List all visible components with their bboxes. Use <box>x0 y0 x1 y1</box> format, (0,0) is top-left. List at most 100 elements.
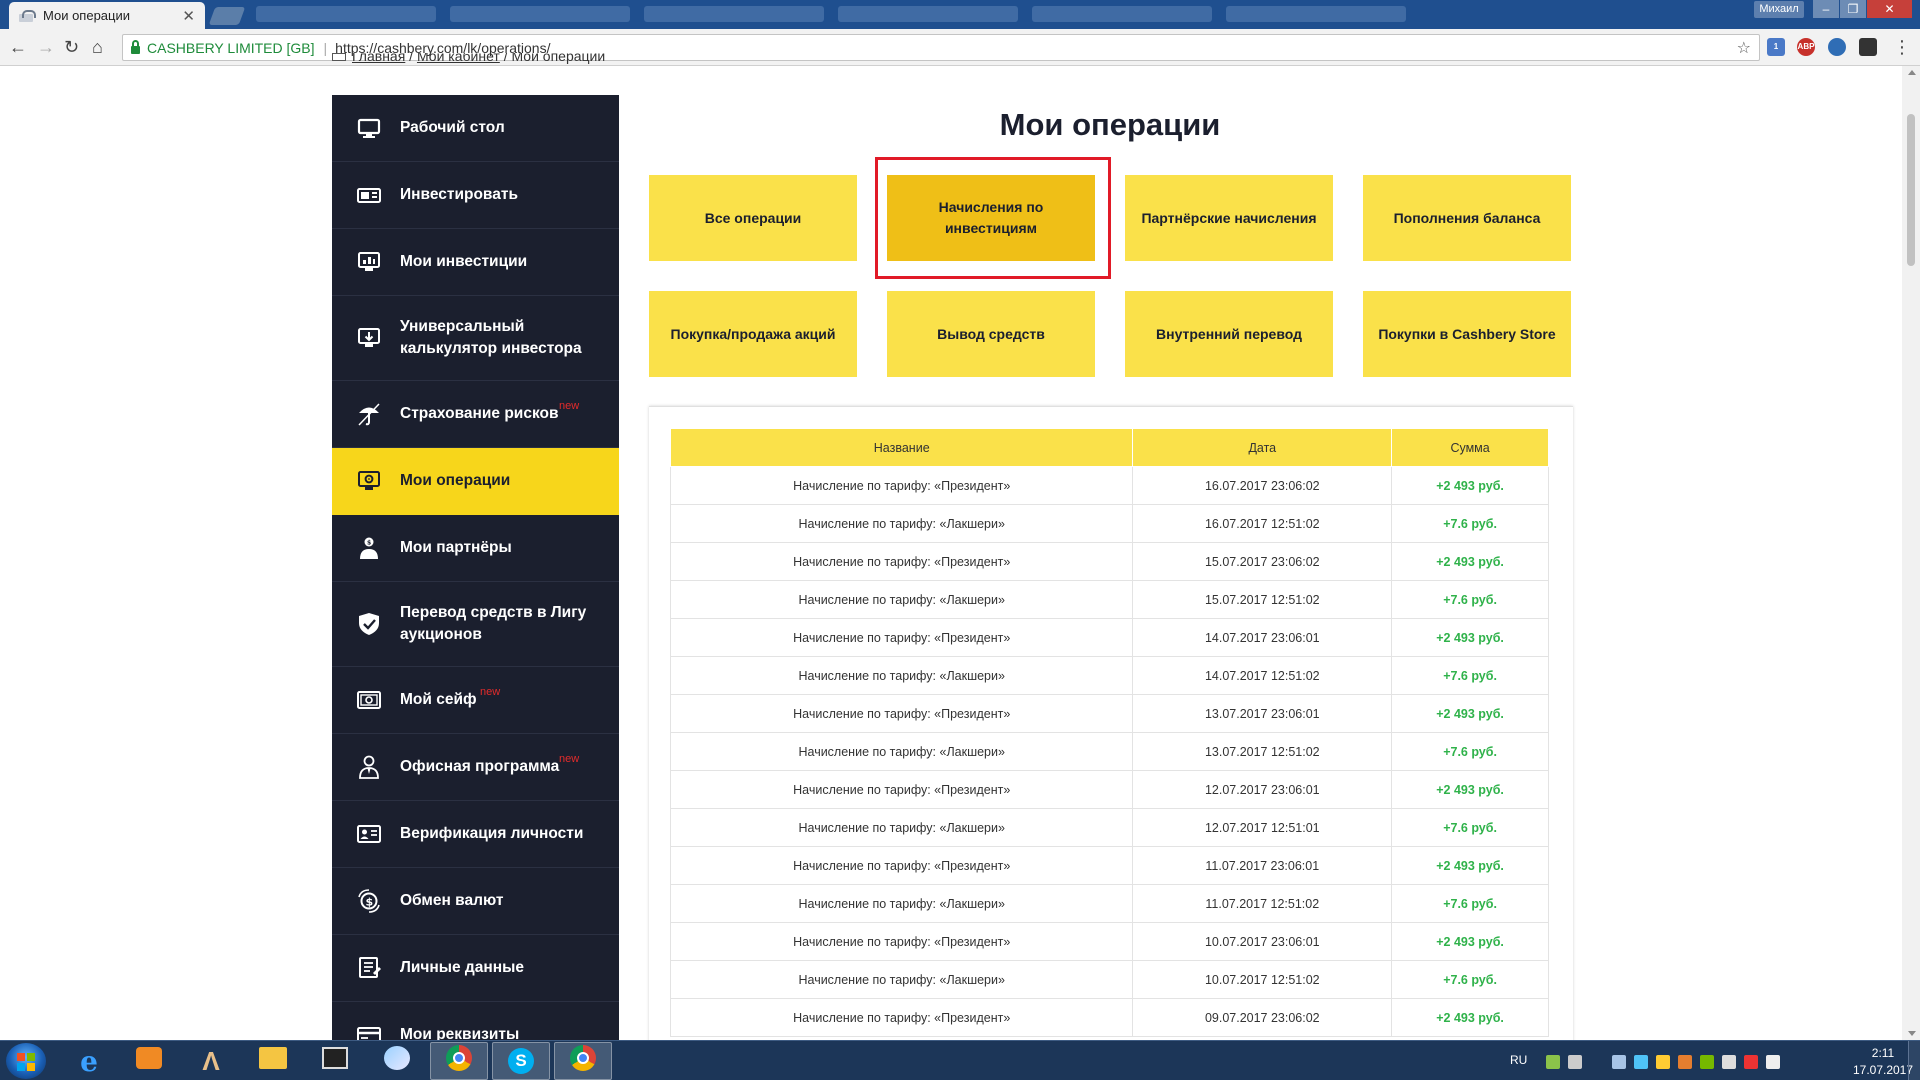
column-header-name[interactable]: Название <box>669 428 1134 467</box>
currency-exchange-icon: $ <box>354 888 384 914</box>
id-card-icon <box>354 821 384 847</box>
notification-flag-icon[interactable] <box>1744 1055 1758 1069</box>
operation-amount-cell: +7.6 руб. <box>1391 732 1549 771</box>
sidebar-item-label: Мой сейф <box>400 691 477 708</box>
taskbar-app-6[interactable] <box>368 1042 426 1080</box>
display-icon[interactable] <box>1766 1055 1780 1069</box>
sidebar-item-6[interactable]: Мои операции <box>332 448 619 515</box>
speaker-icon[interactable] <box>1722 1055 1736 1069</box>
sidebar-item-13[interactable]: Личные данные <box>332 935 619 1002</box>
operation-date-cell: 16.07.2017 23:06:02 <box>1132 466 1393 505</box>
breadcrumb-home-icon[interactable] <box>332 53 346 61</box>
tray-app-icon[interactable] <box>1678 1055 1692 1069</box>
filter-button-4[interactable]: Пополнения баланса <box>1363 175 1571 261</box>
filter-button-3[interactable]: Партнёрские начисления <box>1125 175 1333 261</box>
adblock-icon[interactable]: ABP <box>1797 38 1815 56</box>
clock-time[interactable]: 2:11 <box>1860 1046 1906 1060</box>
extension-drop-icon[interactable] <box>1828 38 1846 56</box>
column-header-amount[interactable]: Сумма <box>1391 428 1549 467</box>
tray-app-icon[interactable] <box>1656 1055 1670 1069</box>
sidebar-item-5[interactable]: Страхование рисков new <box>332 381 619 448</box>
personal-data-icon <box>354 955 384 981</box>
taskbar-app-1[interactable]: e <box>60 1042 118 1080</box>
taskbar-app-9[interactable] <box>554 1042 612 1080</box>
breadcrumb: Главная / Мой кабинет / Мои операции <box>332 53 605 67</box>
sidebar-item-1[interactable]: Рабочий стол <box>332 95 619 162</box>
sidebar-item-12[interactable]: $ Обмен валют <box>332 868 619 935</box>
tray-app-icon[interactable] <box>1634 1055 1648 1069</box>
language-indicator[interactable]: RU <box>1510 1053 1527 1067</box>
extension-badge-icon[interactable]: 1 <box>1767 38 1785 56</box>
minimize-button[interactable]: – <box>1813 0 1839 18</box>
sidebar-item-11[interactable]: Верификация личности <box>332 801 619 868</box>
menu-dots-icon[interactable]: ⋮ <box>1893 37 1911 57</box>
operation-date-cell: 11.07.2017 23:06:01 <box>1132 846 1393 885</box>
money-card-icon <box>354 182 384 208</box>
operation-name-cell: Начисление по тарифу: «Президент» <box>669 542 1134 581</box>
scrollbar-thumb[interactable] <box>1907 114 1915 266</box>
table-row: Начисление по тарифу: «Лакшери» 12.07.201… <box>669 808 1549 847</box>
extension-shield-icon[interactable] <box>1859 38 1877 56</box>
breadcrumb-link-cabinet[interactable]: Мой кабинет <box>417 53 500 64</box>
filter-button-1[interactable]: Все операции <box>649 175 857 261</box>
sidebar-item-10[interactable]: Офисная программа new <box>332 734 619 801</box>
address-separator: | <box>323 39 328 56</box>
sidebar-item-9[interactable]: Мой сейф new <box>332 667 619 734</box>
steam-icon[interactable] <box>1612 1055 1626 1069</box>
home-icon[interactable]: ⌂ <box>92 37 103 57</box>
taskbar-app-4[interactable] <box>244 1042 302 1080</box>
filter-button-6[interactable]: Вывод средств <box>887 291 1095 377</box>
taskbar-app-5[interactable] <box>306 1042 364 1080</box>
taskbar-app-2[interactable] <box>120 1042 178 1080</box>
sidebar-item-14[interactable]: Мои реквизиты <box>332 1002 619 1040</box>
taskbar-app-7[interactable] <box>430 1042 488 1080</box>
new-tab-button[interactable] <box>208 7 246 25</box>
sidebar-item-8[interactable]: Перевод средств в Лигу аукционов <box>332 582 619 667</box>
forward-arrow-icon[interactable]: → <box>37 37 55 57</box>
scroll-up-arrow-icon[interactable] <box>1908 70 1916 75</box>
browser-fish-icon <box>384 1046 410 1076</box>
sidebar-item-3[interactable]: Мои инвестиции <box>332 229 619 296</box>
reload-icon[interactable]: ↻ <box>64 37 79 57</box>
page-scrollbar[interactable] <box>1902 66 1920 1040</box>
operation-date-cell: 14.07.2017 12:51:02 <box>1132 656 1393 695</box>
taskbar-app-8[interactable]: S <box>492 1042 550 1080</box>
partners-icon: $ <box>354 535 384 561</box>
sidebar-item-4[interactable]: Универсальный калькулятор инвестора <box>332 296 619 381</box>
column-header-date[interactable]: Дата <box>1132 428 1393 467</box>
maximize-button[interactable]: ❐ <box>1840 0 1866 18</box>
favicon-icon <box>19 9 36 22</box>
breadcrumb-link-home[interactable]: Главная <box>352 53 405 64</box>
bookmark-star-icon[interactable]: ☆ <box>1737 38 1751 58</box>
tab-close-icon[interactable]: ✕ <box>182 7 195 25</box>
sidebar-item-label: Универсальный калькулятор инвестора <box>400 318 582 357</box>
volume-icon[interactable] <box>1568 1055 1582 1069</box>
sidebar-item-7[interactable]: $ Мои партнёры <box>332 515 619 582</box>
scroll-down-arrow-icon[interactable] <box>1908 1031 1916 1036</box>
taskbar-app-3[interactable]: Λ <box>182 1042 240 1080</box>
browser-tab[interactable]: Мои операции ✕ <box>9 2 205 29</box>
filter-button-8[interactable]: Покупки в Cashbery Store <box>1363 291 1571 377</box>
filter-button-7[interactable]: Внутренний перевод <box>1125 291 1333 377</box>
network-icon[interactable] <box>1546 1055 1560 1069</box>
safe-icon <box>354 687 384 713</box>
operation-amount-cell: +2 493 руб. <box>1391 466 1549 505</box>
window-close-button[interactable]: ✕ <box>1867 0 1912 18</box>
show-desktop-button[interactable] <box>1908 1041 1920 1080</box>
operation-name-cell: Начисление по тарифу: «Президент» <box>669 846 1134 885</box>
filter-button-5[interactable]: Покупка/продажа акций <box>649 291 857 377</box>
profile-button[interactable]: Михаил <box>1754 1 1804 18</box>
back-arrow-icon[interactable]: ← <box>9 37 27 57</box>
operation-amount-cell: +2 493 руб. <box>1391 922 1549 961</box>
breadcrumb-separator: / <box>405 53 417 64</box>
tab-title: Мои операции <box>43 8 131 23</box>
operation-name-cell: Начисление по тарифу: «Лакшери» <box>669 580 1134 619</box>
start-button[interactable] <box>6 1043 46 1079</box>
table-row: Начисление по тарифу: «Лакшери» 10.07.201… <box>669 960 1549 999</box>
sidebar-item-2[interactable]: Инвестировать <box>332 162 619 229</box>
operation-amount-cell: +7.6 руб. <box>1391 808 1549 847</box>
nvidia-icon[interactable] <box>1700 1055 1714 1069</box>
sidebar-item-label: Мои партнёры <box>400 539 512 556</box>
table-row: Начисление по тарифу: «Президент» 11.07.2… <box>669 846 1549 885</box>
sidebar-item-label: Рабочий стол <box>400 119 505 136</box>
